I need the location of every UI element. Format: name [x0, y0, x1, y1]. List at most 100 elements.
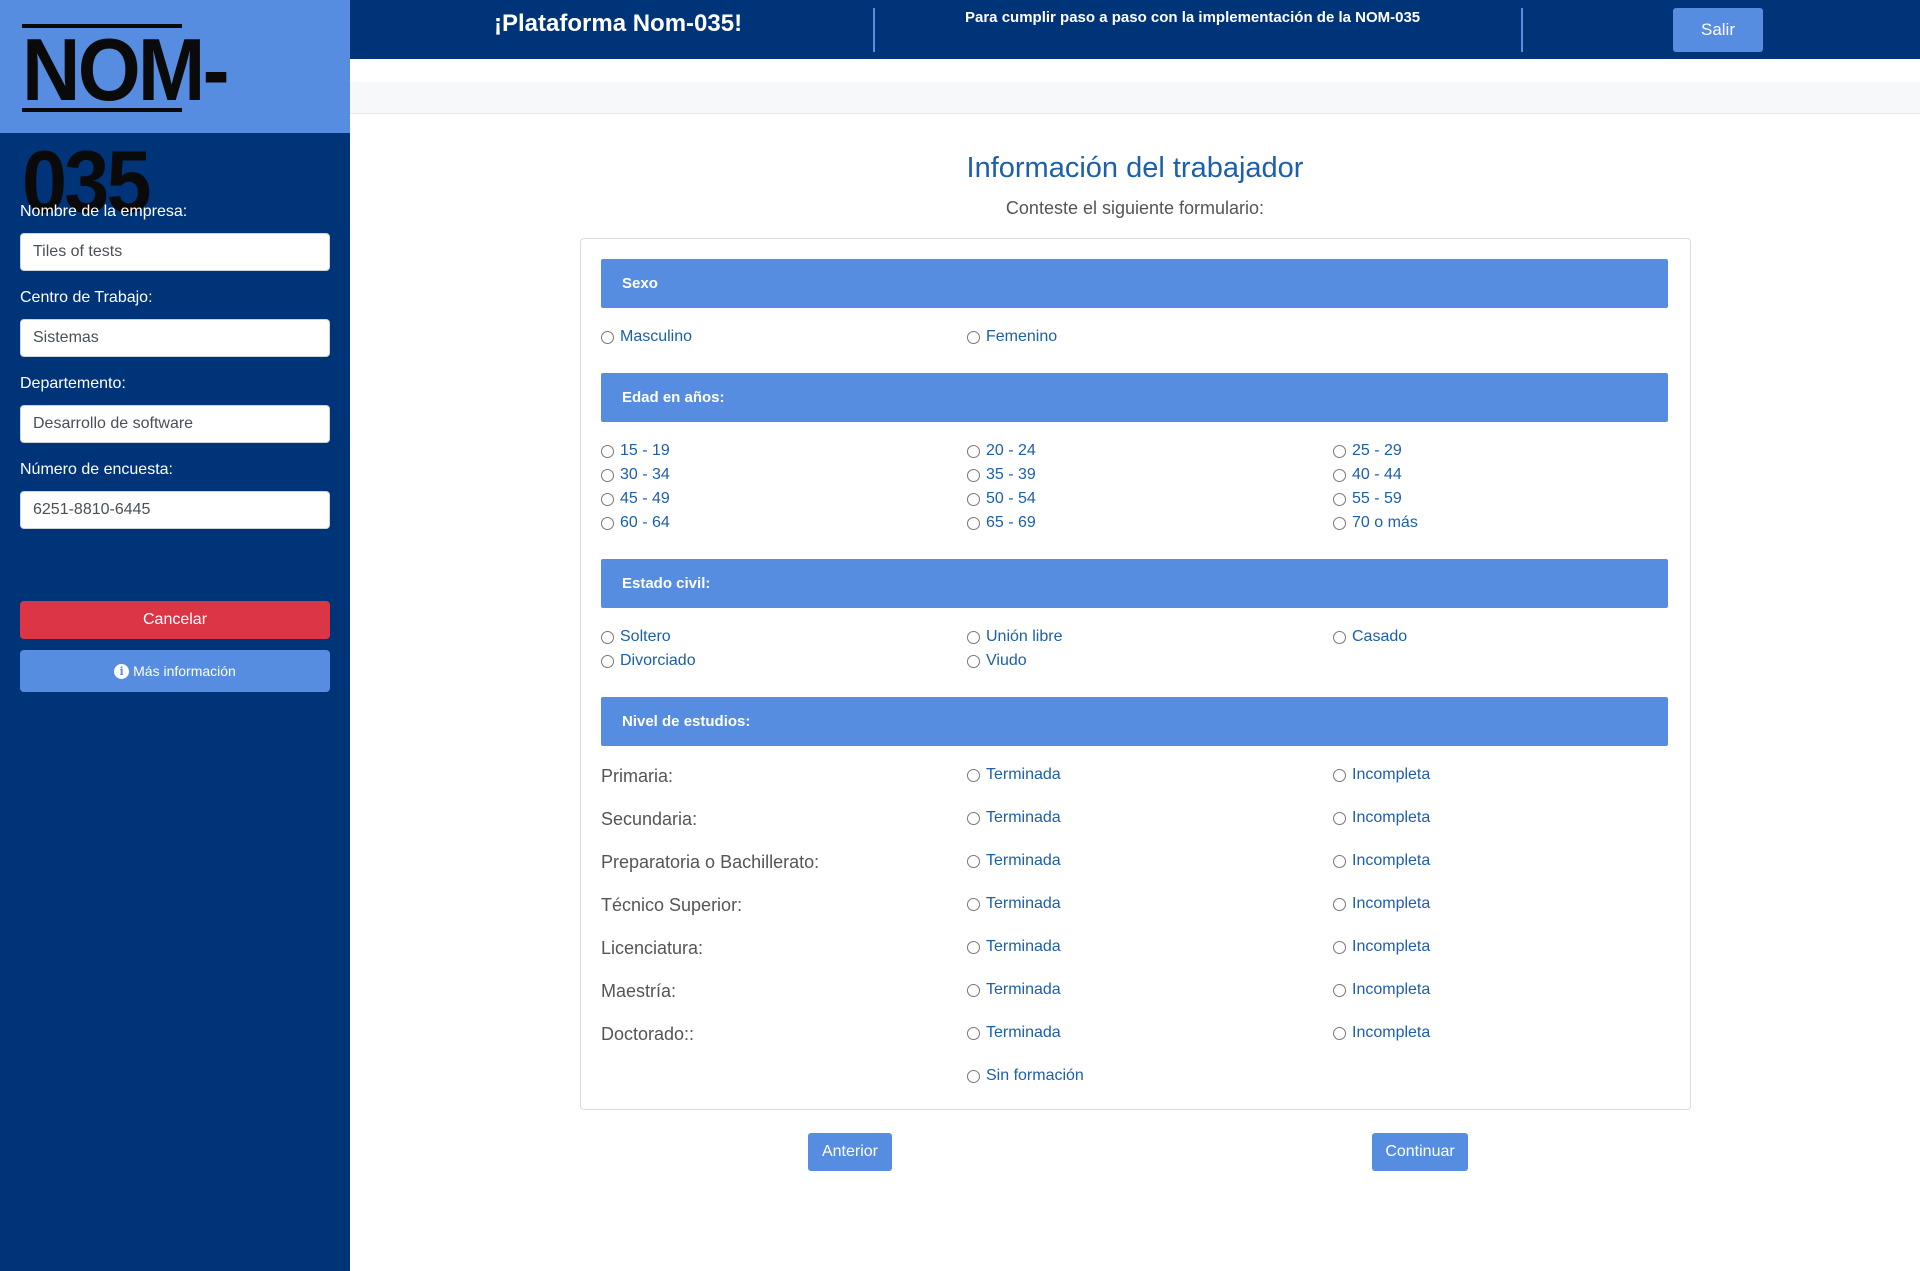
option-label: Masculino	[620, 328, 693, 345]
radio-button[interactable]	[967, 516, 980, 530]
radio-button[interactable]	[601, 468, 614, 482]
radio-option-incomplete[interactable]: Incompleta	[1333, 1023, 1430, 1043]
radio-option-civil-status[interactable]: Soltero	[601, 627, 671, 647]
radio-option-incomplete[interactable]: Incompleta	[1333, 851, 1430, 871]
option-label: 20 - 24	[986, 442, 1036, 459]
radio-button[interactable]	[967, 654, 980, 668]
radio-button[interactable]	[1333, 811, 1346, 825]
radio-option-age[interactable]: 15 - 19	[601, 441, 670, 461]
radio-button[interactable]	[601, 630, 614, 644]
more-info-button[interactable]: i Más información	[20, 650, 330, 692]
workcenter-input[interactable]	[20, 319, 330, 357]
radio-option-masculino[interactable]: Masculino	[601, 327, 692, 347]
option-label: Unión libre	[986, 628, 1063, 645]
radio-button[interactable]	[601, 330, 614, 344]
radio-button[interactable]	[967, 983, 980, 997]
radio-button[interactable]	[967, 1026, 980, 1040]
radio-button[interactable]	[967, 330, 980, 344]
education-row-label: Licenciatura:	[601, 938, 704, 958]
radio-button[interactable]	[601, 492, 614, 506]
radio-button[interactable]	[967, 444, 980, 458]
radio-option-civil-status[interactable]: Unión libre	[967, 627, 1062, 647]
radio-option-femenino[interactable]: Femenino	[967, 327, 1057, 347]
radio-option-incomplete[interactable]: Incompleta	[1333, 765, 1430, 785]
radio-button[interactable]	[1333, 897, 1346, 911]
company-label: Nombre de la empresa:	[20, 203, 188, 220]
radio-button[interactable]	[601, 516, 614, 530]
option-label: 25 - 29	[1352, 442, 1402, 459]
radio-button[interactable]	[1333, 983, 1346, 997]
radio-option-completed[interactable]: Terminada	[967, 808, 1061, 828]
department-input[interactable]	[20, 405, 330, 443]
radio-option-completed[interactable]: Terminada	[967, 851, 1061, 871]
top-bar: ¡Plataforma Nom-035! Para cumplir paso a…	[350, 0, 1920, 59]
radio-button[interactable]	[1333, 1026, 1346, 1040]
radio-button[interactable]	[1333, 768, 1346, 782]
radio-option-age[interactable]: 40 - 44	[1333, 465, 1402, 485]
radio-button[interactable]	[1333, 854, 1346, 868]
radio-button[interactable]	[967, 897, 980, 911]
radio-option-completed[interactable]: Terminada	[967, 894, 1061, 914]
radio-option-age[interactable]: 70 o más	[1333, 513, 1418, 533]
option-label: 40 - 44	[1352, 466, 1402, 483]
radio-button[interactable]	[967, 630, 980, 644]
survey-number-label: Número de encuesta:	[20, 461, 173, 478]
radio-button[interactable]	[967, 468, 980, 482]
option-label: Incompleta	[1352, 981, 1431, 998]
section-header-estudios: Nivel de estudios:	[601, 697, 1668, 746]
radio-option-civil-status[interactable]: Divorciado	[601, 651, 696, 671]
form-card	[580, 238, 1691, 1110]
survey-number-input[interactable]	[20, 491, 330, 529]
radio-option-age[interactable]: 35 - 39	[967, 465, 1036, 485]
radio-button[interactable]	[967, 811, 980, 825]
radio-button[interactable]	[1333, 940, 1346, 954]
radio-button[interactable]	[967, 1069, 980, 1083]
radio-option-age[interactable]: 65 - 69	[967, 513, 1036, 533]
workcenter-label: Centro de Trabajo:	[20, 289, 153, 306]
radio-button[interactable]	[601, 444, 614, 458]
previous-button[interactable]: Anterior	[808, 1133, 892, 1171]
radio-button[interactable]	[1333, 630, 1346, 644]
radio-option-age[interactable]: 55 - 59	[1333, 489, 1402, 509]
option-label: Terminada	[986, 766, 1061, 783]
radio-option-age[interactable]: 50 - 54	[967, 489, 1036, 509]
radio-option-age[interactable]: 25 - 29	[1333, 441, 1402, 461]
radio-option-completed[interactable]: Terminada	[967, 765, 1061, 785]
radio-option-age[interactable]: 45 - 49	[601, 489, 670, 509]
continue-button[interactable]: Continuar	[1372, 1133, 1468, 1171]
page-title: Información del trabajador	[966, 152, 1304, 184]
radio-button[interactable]	[1333, 444, 1346, 458]
radio-button[interactable]	[967, 940, 980, 954]
radio-option-completed[interactable]: Terminada	[967, 1023, 1061, 1043]
option-label: 35 - 39	[986, 466, 1036, 483]
option-label: 15 - 19	[620, 442, 670, 459]
radio-button[interactable]	[967, 854, 980, 868]
radio-option-incomplete[interactable]: Incompleta	[1333, 980, 1430, 1000]
option-label: Casado	[1352, 628, 1408, 645]
radio-button[interactable]	[967, 492, 980, 506]
radio-button[interactable]	[967, 768, 980, 782]
radio-option-age[interactable]: 60 - 64	[601, 513, 670, 533]
option-label: Incompleta	[1352, 1024, 1431, 1041]
radio-option-civil-status[interactable]: Casado	[1333, 627, 1407, 647]
radio-button[interactable]	[1333, 516, 1346, 530]
section-header-sexo: Sexo	[601, 259, 1668, 308]
radio-button[interactable]	[1333, 492, 1346, 506]
radio-option-no-education[interactable]: Sin formación	[967, 1066, 1084, 1086]
radio-option-completed[interactable]: Terminada	[967, 980, 1061, 1000]
radio-option-incomplete[interactable]: Incompleta	[1333, 808, 1430, 828]
radio-button[interactable]	[1333, 468, 1346, 482]
radio-option-incomplete[interactable]: Incompleta	[1333, 937, 1430, 957]
radio-option-civil-status[interactable]: Viudo	[967, 651, 1027, 671]
cancel-button[interactable]: Cancelar	[20, 601, 330, 639]
option-label: 50 - 54	[986, 490, 1036, 507]
education-row-label: Doctorado::	[601, 1024, 695, 1044]
radio-button[interactable]	[601, 654, 614, 668]
radio-option-incomplete[interactable]: Incompleta	[1333, 894, 1430, 914]
radio-option-age[interactable]: 30 - 34	[601, 465, 670, 485]
radio-option-age[interactable]: 20 - 24	[967, 441, 1036, 461]
company-input[interactable]	[20, 233, 330, 271]
logout-button[interactable]: Salir	[1673, 8, 1763, 52]
breadcrumb-strip	[350, 82, 1920, 114]
radio-option-completed[interactable]: Terminada	[967, 937, 1061, 957]
